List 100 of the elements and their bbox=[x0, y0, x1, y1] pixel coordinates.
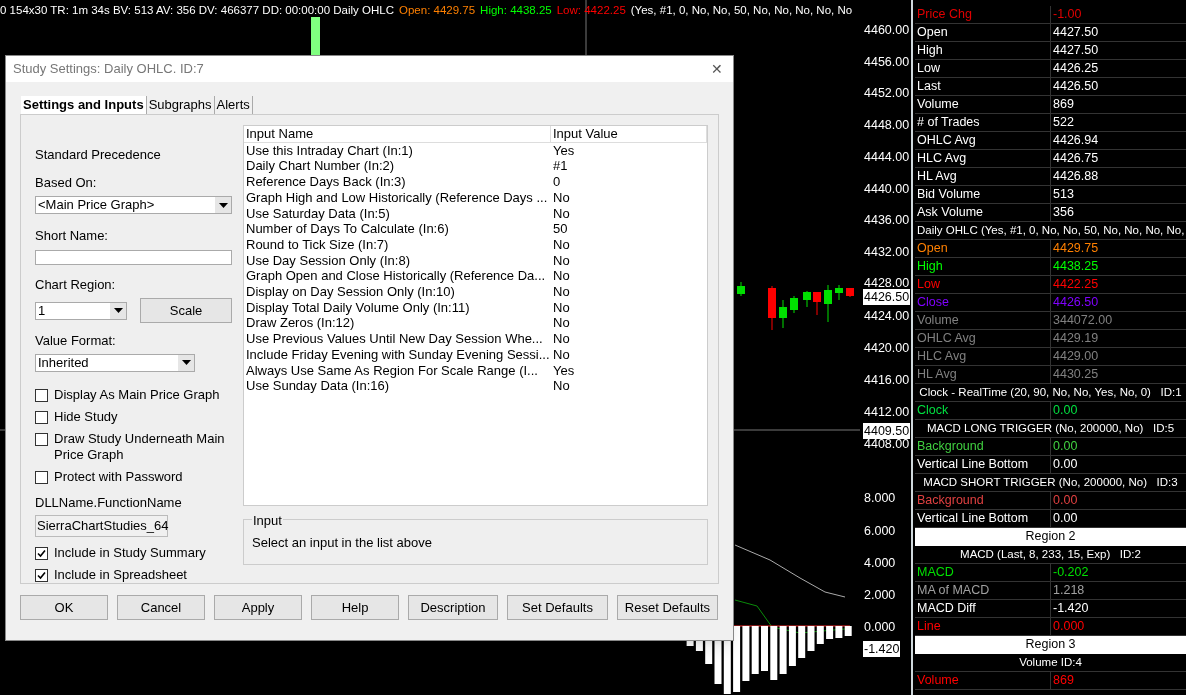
table-cell[interactable]: Daily Chart Number (In:2) bbox=[244, 158, 551, 175]
checkbox[interactable] bbox=[35, 547, 48, 560]
dialog-button[interactable]: Help bbox=[311, 595, 399, 620]
value-format-dropdown[interactable]: Inherited bbox=[35, 353, 195, 372]
tab[interactable]: Settings and Inputs bbox=[21, 96, 147, 114]
table-cell[interactable]: Round to Tick Size (In:7) bbox=[244, 236, 551, 253]
data-value: 4438.25 bbox=[1052, 258, 1099, 275]
data-value: 4429.00 bbox=[1052, 348, 1099, 365]
axis-label: 4460.00 bbox=[863, 22, 911, 38]
table-cell[interactable]: Graph Open and Close Historically (Reference Da... bbox=[244, 268, 551, 285]
table-cell[interactable]: No bbox=[551, 346, 707, 363]
table-cell[interactable]: Yes bbox=[551, 362, 707, 379]
checkbox-label: Hide Study bbox=[54, 408, 119, 425]
candlestick bbox=[803, 290, 811, 308]
candlestick bbox=[790, 295, 798, 314]
data-value: 869 bbox=[1052, 672, 1074, 689]
table-cell[interactable]: Include Friday Evening with Sunday Evening Sessi... bbox=[244, 346, 551, 363]
histogram-bar bbox=[761, 626, 768, 671]
table-cell[interactable]: No bbox=[551, 315, 707, 332]
table-cell[interactable]: No bbox=[551, 331, 707, 347]
table-cell[interactable]: No bbox=[551, 252, 707, 269]
candlestick bbox=[835, 284, 843, 301]
table-cell[interactable]: Use Sunday Data (In:16) bbox=[244, 378, 551, 394]
data-value: 4426.75 bbox=[1052, 150, 1099, 167]
dialog-button[interactable]: Reset Defaults bbox=[617, 595, 718, 620]
candlestick bbox=[768, 285, 776, 331]
table-cell[interactable]: No bbox=[551, 205, 707, 222]
close-button[interactable]: ✕ bbox=[711, 58, 723, 80]
data-value: 0.00 bbox=[1052, 492, 1078, 509]
based-on-dropdown[interactable]: <Main Price Graph> bbox=[35, 196, 232, 214]
data-label: Volume bbox=[915, 672, 1051, 689]
table-cell[interactable]: Reference Days Back (In:3) bbox=[244, 174, 551, 190]
data-value: 1.218 bbox=[1052, 582, 1085, 599]
dialog-button[interactable]: Description bbox=[408, 595, 498, 620]
dialog-button[interactable]: OK bbox=[20, 595, 108, 620]
axis-label: 4440.00 bbox=[863, 181, 911, 197]
table-cell[interactable]: Display on Day Session Only (In:10) bbox=[244, 284, 551, 300]
column-header[interactable]: Input Value bbox=[551, 126, 707, 142]
table-cell[interactable]: #1 bbox=[551, 158, 707, 175]
data-label: # of Trades bbox=[915, 114, 1051, 131]
dialog-button[interactable]: Set Defaults bbox=[507, 595, 608, 620]
tab[interactable]: Alerts bbox=[214, 96, 253, 114]
caret-icon bbox=[110, 302, 126, 319]
checkbox[interactable] bbox=[35, 432, 48, 446]
checkbox[interactable] bbox=[35, 470, 48, 484]
candlestick bbox=[846, 287, 854, 298]
chart-region-dropdown[interactable]: 1 bbox=[35, 301, 127, 320]
status-text: Open: 4429.75 bbox=[399, 3, 476, 18]
table-cell[interactable]: No bbox=[551, 236, 707, 253]
axis-label: 4.000 bbox=[863, 555, 897, 571]
precedence-label: Standard Precedence bbox=[35, 146, 162, 164]
table-cell[interactable]: Yes bbox=[551, 142, 707, 159]
status-text: Low: 4422.25 bbox=[556, 3, 626, 18]
data-label: Volume bbox=[915, 96, 1051, 113]
axis-label: 2.000 bbox=[863, 587, 897, 603]
status-text: (Yes, #1, 0, No, No, 50, No, No, No, No, No bbox=[630, 3, 853, 18]
table-cell[interactable]: Use Previous Values Until New Day Session Whe... bbox=[244, 331, 551, 347]
table-cell[interactable]: Number of Days To Calculate (In:6) bbox=[244, 221, 551, 237]
tab[interactable]: Subgraphs bbox=[146, 96, 215, 114]
data-label: Low bbox=[915, 60, 1051, 77]
checkbox-label: Include in Spreadsheet bbox=[54, 567, 188, 583]
table-cell[interactable]: Always Use Same As Region For Scale Range (I... bbox=[244, 362, 551, 379]
data-value: 869 bbox=[1052, 96, 1074, 113]
checkbox[interactable] bbox=[35, 569, 48, 582]
data-label: MACD bbox=[915, 564, 1051, 581]
checkbox[interactable] bbox=[35, 388, 48, 402]
column-header[interactable]: Input Name bbox=[244, 126, 551, 142]
candlestick bbox=[813, 291, 821, 316]
table-cell[interactable]: No bbox=[551, 378, 707, 394]
data-label: Line bbox=[915, 618, 1051, 635]
data-value: 0.00 bbox=[1052, 510, 1078, 527]
table-cell[interactable]: 0 bbox=[551, 174, 707, 190]
table-cell[interactable]: Draw Zeros (In:12) bbox=[244, 315, 551, 332]
table-cell[interactable]: 50 bbox=[551, 221, 707, 237]
checkbox-label: Draw Study Underneath Main Price Graph bbox=[54, 430, 226, 463]
data-value: 4426.94 bbox=[1052, 132, 1099, 149]
data-value: 4422.25 bbox=[1052, 276, 1099, 293]
table-cell[interactable]: No bbox=[551, 189, 707, 206]
table-cell[interactable]: Use Day Session Only (In:8) bbox=[244, 252, 551, 269]
table-cell[interactable]: Use this Intraday Chart (In:1) bbox=[244, 142, 551, 159]
table-cell[interactable]: Display Total Daily Volume Only (In:11) bbox=[244, 299, 551, 316]
field-label: Based On: bbox=[35, 173, 98, 192]
data-value: 4426.50 bbox=[1052, 294, 1099, 311]
study-title: MACD (Last, 8, 233, 15, Exp) ID:2 bbox=[915, 546, 1186, 564]
dialog-button[interactable]: Cancel bbox=[117, 595, 205, 620]
table-cell[interactable]: No bbox=[551, 284, 707, 300]
scale-button[interactable]: Scale bbox=[140, 298, 232, 323]
dll-name-field[interactable]: SierraChartStudies_64 bbox=[35, 515, 168, 537]
study-title: Volume ID:4 bbox=[915, 654, 1186, 672]
checkbox[interactable] bbox=[35, 410, 48, 424]
table-cell[interactable]: Graph High and Low Historically (Reference Days ... bbox=[244, 189, 551, 206]
short-name-field[interactable] bbox=[35, 249, 232, 265]
table-cell[interactable]: No bbox=[551, 268, 707, 285]
input-hint: Select an input in the list above bbox=[252, 533, 433, 552]
caret-icon bbox=[178, 354, 194, 371]
data-label: HL Avg bbox=[915, 366, 1051, 383]
table-cell[interactable]: No bbox=[551, 299, 707, 316]
table-cell[interactable]: Use Saturday Data (In:5) bbox=[244, 205, 551, 222]
caret-icon bbox=[215, 197, 231, 213]
dialog-button[interactable]: Apply bbox=[214, 595, 302, 620]
